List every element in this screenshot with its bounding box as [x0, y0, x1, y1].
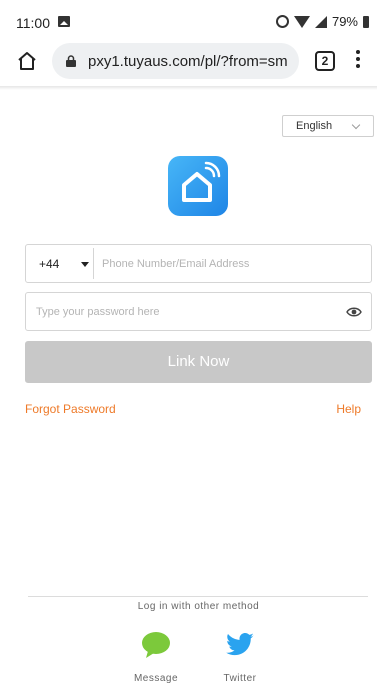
status-time: 11:00	[16, 15, 50, 31]
tab-switcher-button[interactable]: 2	[315, 51, 335, 71]
overflow-menu-icon[interactable]	[355, 50, 361, 74]
caret-down-icon[interactable]	[81, 262, 89, 267]
url-text: pxy1.tuyaus.com/pl/?from=sm	[88, 53, 288, 70]
wifi-icon	[293, 15, 310, 28]
country-code-select[interactable]: +44	[39, 257, 59, 271]
alarm-icon	[275, 15, 289, 28]
message-login-button[interactable]: Message	[126, 630, 186, 684]
battery-percent: 79%	[331, 14, 358, 29]
password-field	[25, 292, 372, 331]
twitter-icon	[226, 633, 254, 656]
battery-icon	[363, 15, 369, 28]
link-now-button[interactable]: Link Now	[25, 341, 372, 383]
smart-home-icon	[182, 161, 221, 202]
help-link[interactable]: Help	[336, 402, 361, 416]
forgot-password-link[interactable]: Forgot Password	[25, 402, 116, 416]
language-select[interactable]: English	[282, 115, 374, 137]
status-bar: 11:00 79%	[0, 0, 377, 40]
status-icons: 79%	[275, 14, 369, 29]
toolbar-shadow	[0, 86, 377, 90]
chevron-down-icon	[351, 120, 361, 130]
account-input[interactable]	[102, 251, 364, 277]
home-icon[interactable]	[16, 50, 38, 72]
lock-icon	[66, 55, 76, 67]
address-bar[interactable]: pxy1.tuyaus.com/pl/?from=sm	[52, 43, 299, 79]
message-icon	[142, 632, 170, 658]
twitter-login-button[interactable]: Twitter	[210, 630, 270, 684]
other-methods-divider	[28, 596, 368, 597]
account-field: +44	[25, 244, 372, 283]
twitter-label: Twitter	[223, 673, 257, 684]
message-label: Message	[133, 673, 179, 684]
eye-icon[interactable]	[346, 306, 362, 318]
field-divider	[93, 248, 94, 279]
browser-toolbar: pxy1.tuyaus.com/pl/?from=sm 2	[0, 40, 377, 84]
signal-icon	[314, 15, 327, 28]
language-selected: English	[296, 120, 333, 132]
other-methods-title: Log in with other method	[137, 601, 260, 612]
image-notification-icon	[58, 16, 70, 27]
app-logo	[168, 156, 228, 216]
password-input[interactable]	[36, 299, 336, 325]
